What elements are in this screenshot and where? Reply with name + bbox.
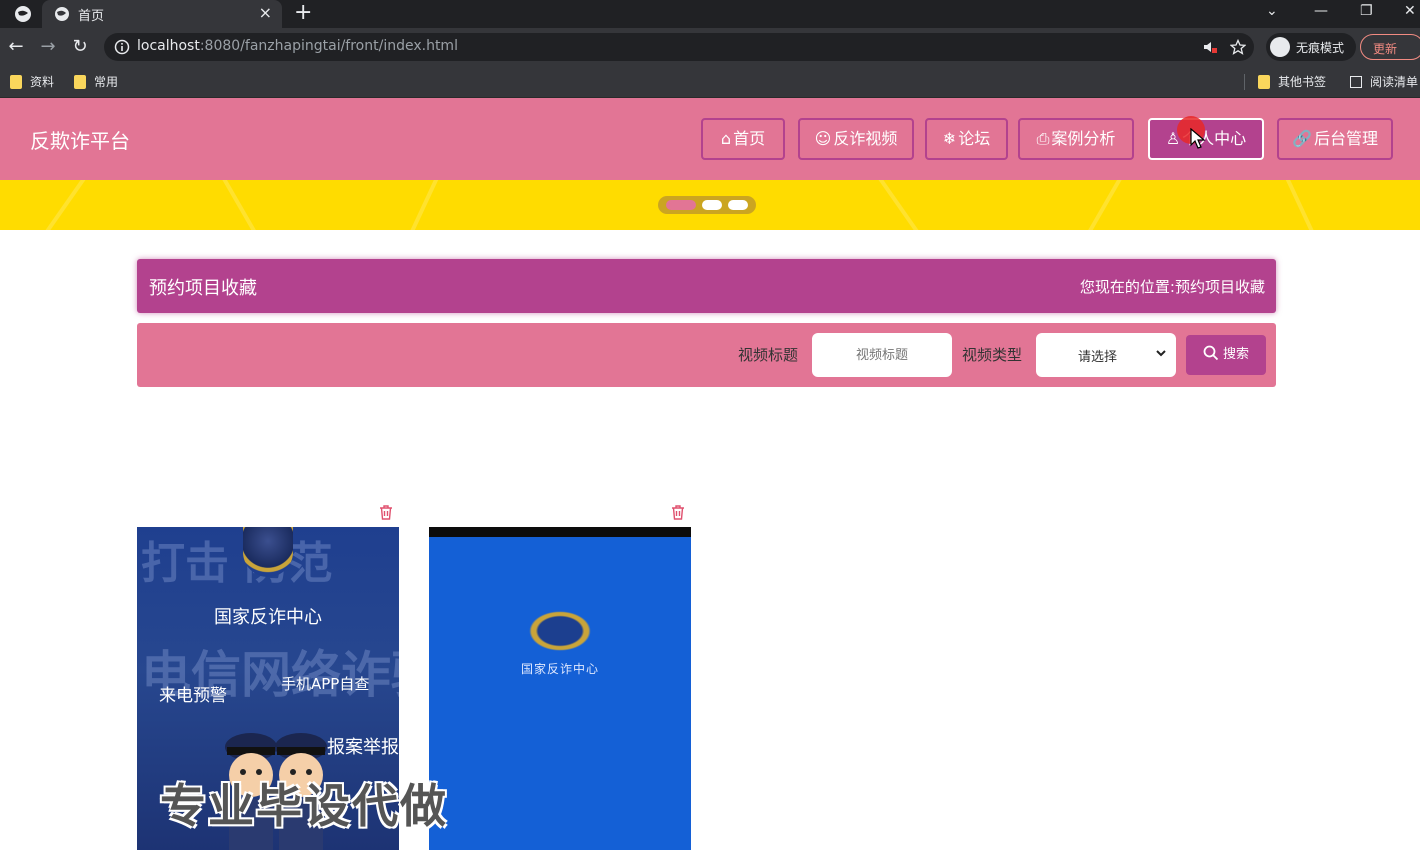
- carousel-dot-2[interactable]: [702, 200, 722, 210]
- carousel-banner: [0, 180, 1420, 230]
- minimize-icon[interactable]: —: [1314, 3, 1328, 19]
- url-host: localhost: [137, 38, 200, 54]
- printer-icon: ⎙: [1036, 129, 1050, 148]
- incognito-icon: [1270, 37, 1290, 57]
- reading-list-icon: [1350, 76, 1362, 88]
- window-close-icon[interactable]: ✕: [1404, 3, 1416, 19]
- other-bookmarks[interactable]: 其他书签: [1258, 73, 1326, 91]
- nav-label: 后台管理: [1313, 129, 1378, 148]
- tab-search-icon[interactable]: ⌄: [1266, 3, 1278, 19]
- location-value[interactable]: 预约项目收藏: [1175, 278, 1265, 296]
- site-header: 反欺诈平台 ⌂ 首页 ☺ 反诈视频 ❄ 论坛 ⎙ 案例分析 ♙ 个人中心 🔗 后台管理: [0, 98, 1420, 180]
- info-icon[interactable]: [114, 39, 130, 55]
- carousel-dot-1[interactable]: [666, 200, 696, 210]
- card-bg-text: 打击 防范: [141, 538, 333, 589]
- nav-label: 论坛: [958, 129, 991, 148]
- nav-case-analysis[interactable]: ⎙ 案例分析: [1018, 118, 1134, 160]
- site-title: 反欺诈平台: [30, 129, 130, 153]
- mouse-cursor-icon: [1190, 128, 1206, 149]
- incognito-label: 无痕模式: [1296, 41, 1345, 55]
- browser-tab[interactable]: 首页 ×: [42, 0, 282, 28]
- tab-title: 首页: [78, 9, 105, 24]
- url-text: localhost:8080/fanzhapingtai/front/index…: [137, 38, 458, 54]
- watermark-text: 专业毕设代做: [160, 779, 448, 833]
- globe-icon: [55, 7, 69, 21]
- nav-label: 案例分析: [1051, 129, 1116, 148]
- globe-icon[interactable]: [14, 5, 32, 23]
- carousel-dot-3[interactable]: [728, 200, 748, 210]
- nav-label: 首页: [733, 129, 766, 148]
- card-top-band: [429, 527, 691, 537]
- folder-icon: [1258, 75, 1270, 89]
- blocked-sound-icon[interactable]: [1202, 39, 1218, 55]
- title-search-input[interactable]: [812, 333, 952, 377]
- reload-icon[interactable]: ↻: [70, 37, 90, 57]
- search-button[interactable]: 搜索: [1186, 335, 1266, 375]
- bookmark-star-icon[interactable]: [1230, 39, 1246, 55]
- card-tag: 手机APP自查: [281, 675, 370, 693]
- close-tab-icon[interactable]: ×: [259, 4, 272, 22]
- current-location: 您现在的位置:预约项目收藏: [1080, 276, 1265, 297]
- forward-icon[interactable]: →: [38, 37, 58, 57]
- address-bar[interactable]: localhost:8080/fanzhapingtai/front/index…: [104, 33, 1254, 61]
- location-prefix: 您现在的位置:: [1079, 278, 1175, 296]
- nav-home[interactable]: ⌂ 首页: [701, 118, 785, 160]
- back-icon[interactable]: ←: [6, 37, 26, 57]
- chevron-down-icon: [1156, 350, 1166, 357]
- carousel-indicators: [658, 196, 756, 214]
- title-label: 视频标题: [738, 346, 799, 364]
- reading-list-label: 阅读清单: [1370, 75, 1419, 89]
- browser-toolbar: ← → ↻ localhost:8080/fanzhapingtai/front…: [0, 28, 1420, 66]
- update-label: 更新: [1373, 42, 1398, 56]
- police-emblem-icon: [529, 611, 591, 651]
- snowflake-icon: ❄: [942, 129, 957, 148]
- nav-label: 反诈视频: [833, 129, 898, 148]
- type-select[interactable]: 请选择: [1036, 333, 1176, 377]
- breadcrumb: 预约项目收藏 您现在的位置:预约项目收藏: [137, 259, 1276, 313]
- browser-tab-bar: 首页 × + ⌄ — ❐ ✕: [0, 0, 1420, 28]
- bookmark-label: 常用: [94, 75, 119, 89]
- restore-icon[interactable]: ❐: [1360, 3, 1373, 19]
- search-button-label: 搜索: [1222, 347, 1249, 362]
- card-center-text: 国家反诈中心: [214, 607, 322, 628]
- nav-admin[interactable]: 🔗 后台管理: [1277, 118, 1393, 160]
- page: 反欺诈平台 ⌂ 首页 ☺ 反诈视频 ❄ 论坛 ⎙ 案例分析 ♙ 个人中心 🔗 后台管理: [0, 98, 1420, 850]
- bookmarks-bar: 资料 常用 其他书签 阅读清单: [0, 66, 1420, 98]
- card-tag: 来电预警: [159, 686, 227, 706]
- delete-icon[interactable]: [378, 504, 394, 520]
- url-path: :8080/fanzhapingtai/front/index.html: [199, 38, 458, 54]
- reading-list[interactable]: 阅读清单: [1350, 73, 1418, 91]
- card-tag: 报案举报: [327, 737, 399, 758]
- new-tab-button[interactable]: +: [294, 1, 312, 25]
- folder-icon: [10, 75, 22, 89]
- bookmark-folder-1[interactable]: 资料: [10, 73, 54, 91]
- home-icon: ⌂: [720, 129, 732, 148]
- incognito-indicator[interactable]: 无痕模式: [1266, 33, 1356, 61]
- folder-icon: [74, 75, 86, 89]
- bookmark-label: 资料: [30, 75, 55, 89]
- card-center-text: 国家反诈中心: [520, 662, 599, 676]
- favorite-card[interactable]: 国家反诈中心: [429, 527, 691, 850]
- page-title: 预约项目收藏: [149, 278, 257, 299]
- other-bookmarks-label: 其他书签: [1278, 75, 1327, 89]
- nav-forum[interactable]: ❄ 论坛: [925, 118, 1008, 160]
- police-emblem-icon: [243, 527, 293, 577]
- delete-icon[interactable]: [670, 504, 686, 520]
- bookmark-folder-2[interactable]: 常用: [74, 73, 118, 91]
- smile-icon: ☺: [814, 129, 832, 148]
- link-icon: 🔗: [1292, 129, 1312, 148]
- search-icon: [1203, 345, 1219, 361]
- nav-videos[interactable]: ☺ 反诈视频: [798, 118, 914, 160]
- type-select-value: 请选择: [1078, 350, 1118, 365]
- bookmark-divider: [1244, 74, 1245, 90]
- update-button[interactable]: 更新: [1360, 34, 1420, 60]
- nav-personal-center[interactable]: ♙ 个人中心: [1148, 118, 1264, 160]
- search-bar: 视频标题 视频类型 请选择 搜索: [137, 323, 1276, 387]
- type-label: 视频类型: [962, 346, 1023, 364]
